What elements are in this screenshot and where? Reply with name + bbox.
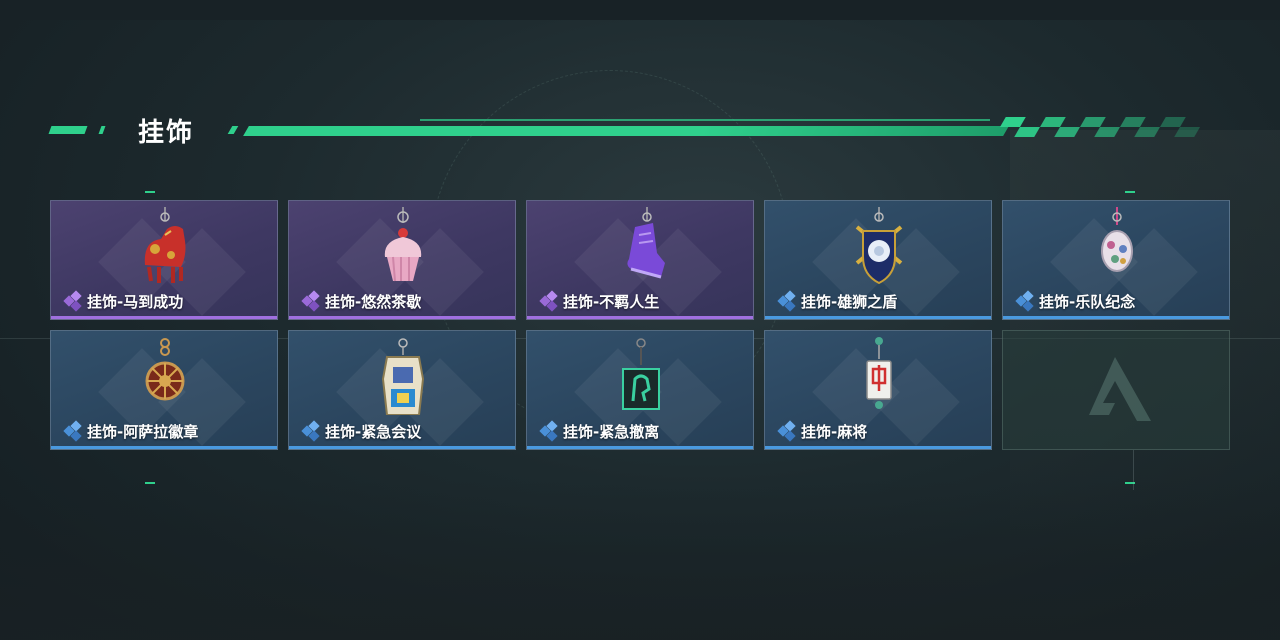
charm-grid: 挂饰-马到成功 挂饰-悠然茶歇 挂饰-不羁人生 挂饰-雄狮之盾 挂饰-乐队纪念 …	[50, 200, 1230, 450]
game-logo-icon	[1089, 357, 1151, 421]
rarity-underline	[289, 316, 515, 319]
rarity-purple-icon	[301, 290, 321, 312]
card-label: 挂饰-马到成功	[63, 290, 184, 312]
card-label: 挂饰-阿萨拉徽章	[63, 420, 199, 442]
background-ground	[0, 480, 1280, 640]
rarity-underline	[51, 446, 277, 449]
charm-card[interactable]: 挂饰-阿萨拉徽章	[50, 330, 278, 450]
corner-tick	[1125, 191, 1135, 193]
charm-card[interactable]: 挂饰-悠然茶歇	[288, 200, 516, 320]
card-title: 挂饰-悠然茶歇	[325, 292, 422, 311]
checker-cell	[1174, 127, 1200, 137]
header-dash-small	[98, 126, 106, 134]
header-slash	[227, 126, 239, 134]
rarity-purple-icon	[63, 290, 83, 312]
rarity-blue-icon	[1015, 290, 1035, 312]
sneaker-charm-icon	[627, 207, 665, 279]
rarity-blue-icon	[539, 420, 559, 442]
section-title: 挂饰	[138, 118, 195, 148]
top-strip	[0, 0, 1280, 20]
rarity-underline	[1003, 316, 1229, 319]
empty-slot[interactable]	[1002, 330, 1230, 450]
horse-charm-icon	[144, 207, 186, 283]
card-label: 挂饰-麻将	[777, 420, 868, 442]
charm-card[interactable]: 挂饰-不羁人生	[526, 200, 754, 320]
checker-cell	[1180, 117, 1206, 127]
corner-tick	[145, 482, 155, 484]
card-label: 挂饰-不羁人生	[539, 290, 660, 312]
corner-tick	[145, 191, 155, 193]
charm-card[interactable]: 挂饰-麻将	[764, 330, 992, 450]
mahjong-charm-icon	[866, 337, 892, 409]
lion-shield-charm-icon	[855, 207, 903, 285]
card-label: 挂饰-悠然茶歇	[301, 290, 422, 312]
rarity-blue-icon	[301, 420, 321, 442]
rarity-blue-icon	[63, 420, 83, 442]
rarity-underline	[289, 446, 515, 449]
guide-tick	[1133, 450, 1134, 490]
section-header: 挂饰	[48, 110, 1210, 150]
card-title: 挂饰-麻将	[801, 422, 868, 441]
rarity-underline	[765, 446, 991, 449]
card-label: 挂饰-紧急会议	[301, 420, 422, 442]
charm-card[interactable]: 挂饰-雄狮之盾	[764, 200, 992, 320]
card-title: 挂饰-雄狮之盾	[801, 292, 898, 311]
charm-card[interactable]: 挂饰-乐队纪念	[1002, 200, 1230, 320]
card-title: 挂饰-乐队纪念	[1039, 292, 1136, 311]
card-title: 挂饰-马到成功	[87, 292, 184, 311]
evac-charm-icon	[622, 338, 660, 410]
card-label: 挂饰-雄狮之盾	[777, 290, 898, 312]
card-label: 挂饰-紧急撤离	[539, 420, 660, 442]
charm-card[interactable]: 挂饰-紧急撤离	[526, 330, 754, 450]
rarity-underline	[527, 446, 753, 449]
charm-card[interactable]: 挂饰-紧急会议	[288, 330, 516, 450]
meeting-charm-icon	[381, 338, 425, 415]
rarity-underline	[527, 316, 753, 319]
band-badge-charm-icon	[1101, 207, 1133, 272]
medallion-charm-icon	[145, 338, 185, 401]
rarity-underline	[51, 316, 277, 319]
card-title: 挂饰-不羁人生	[563, 292, 660, 311]
rarity-purple-icon	[539, 290, 559, 312]
card-title: 挂饰-紧急会议	[325, 422, 422, 441]
header-dash	[48, 126, 88, 134]
card-title: 挂饰-紧急撤离	[563, 422, 660, 441]
header-thin-line	[420, 119, 990, 121]
header-checker-pattern	[994, 117, 1206, 137]
rarity-blue-icon	[777, 290, 797, 312]
charm-card[interactable]: 挂饰-马到成功	[50, 200, 278, 320]
header-progress-bar	[243, 126, 1009, 136]
rarity-underline	[765, 316, 991, 319]
card-label: 挂饰-乐队纪念	[1015, 290, 1136, 312]
rarity-blue-icon	[777, 420, 797, 442]
cupcake-charm-icon	[384, 207, 422, 282]
card-title: 挂饰-阿萨拉徽章	[87, 422, 199, 441]
